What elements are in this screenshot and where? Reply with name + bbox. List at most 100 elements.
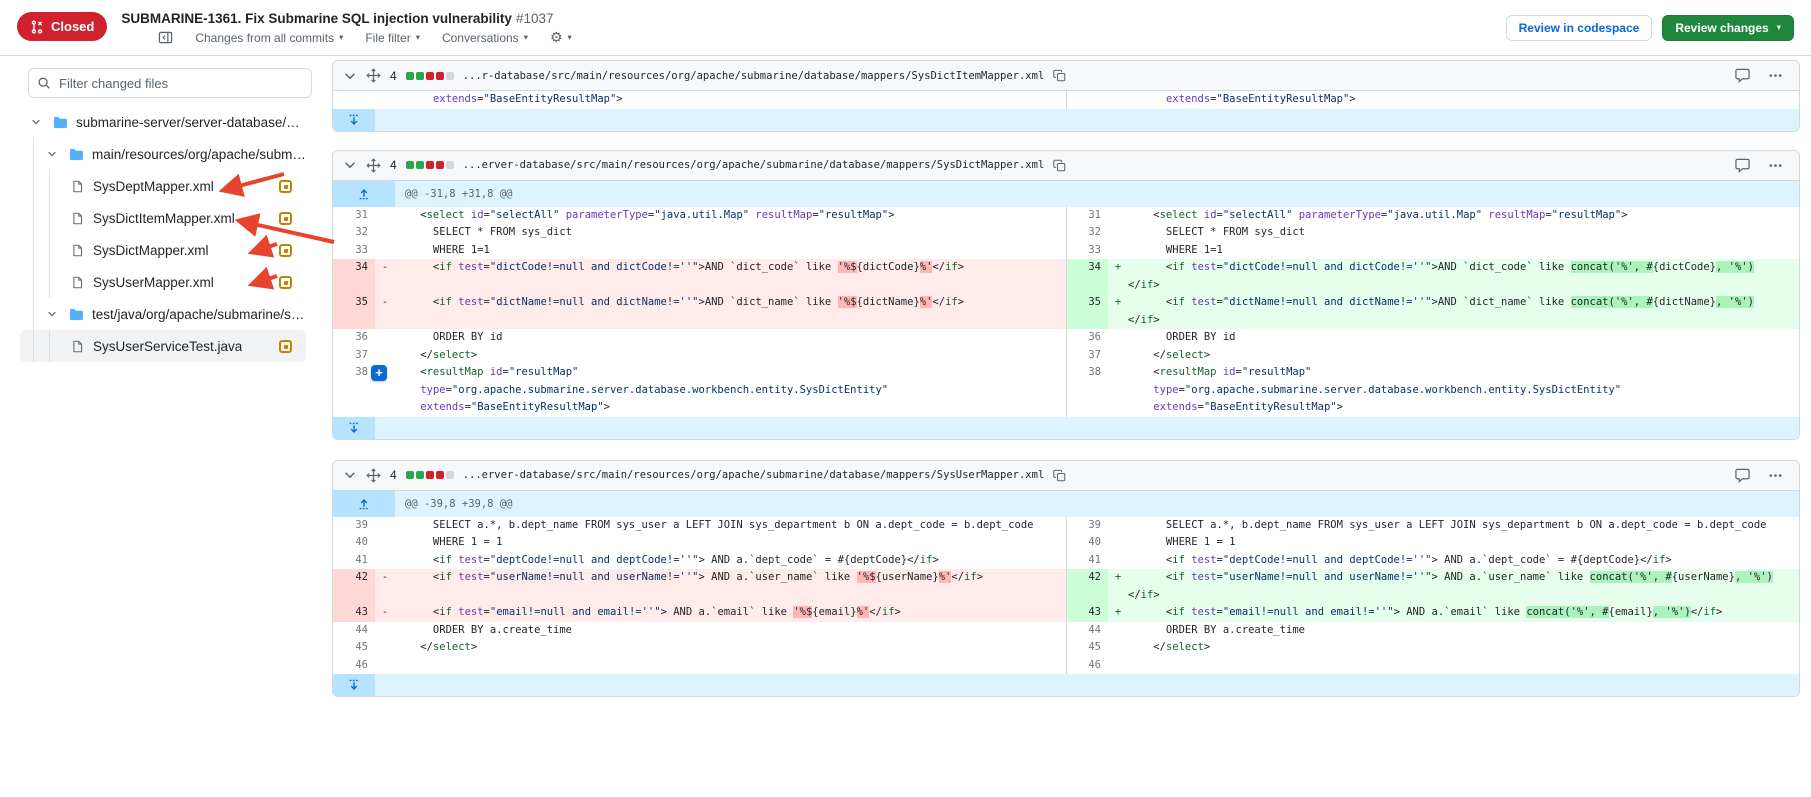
line-number[interactable]: 40: [1066, 534, 1108, 552]
diff-marker: [1108, 224, 1128, 242]
kebab-menu-icon[interactable]: [1768, 158, 1783, 173]
line-number[interactable]: 36: [333, 329, 375, 347]
collapse-file-chevron-icon[interactable]: [343, 468, 357, 482]
review-in-codespace-button[interactable]: Review in codespace: [1506, 15, 1653, 41]
diff-toolbar: Changes from all commits▾File filter▾Con…: [158, 30, 571, 45]
line-number[interactable]: 41: [1066, 552, 1108, 570]
tree-file-SysDictMapper.xml[interactable]: SysDictMapper.xml: [20, 234, 306, 266]
tree-folder-main-resources-org-apache-subm-[interactable]: main/resources/org/apache/subm…: [20, 138, 306, 170]
line-number[interactable]: 36: [1066, 329, 1108, 347]
toolbar-menu-file-filter[interactable]: File filter▾: [365, 31, 420, 45]
tree-item-label: test/java/org/apache/submarine/s…: [92, 307, 304, 322]
tree-folder-test-java-org-apache-submarine-s-[interactable]: test/java/org/apache/submarine/s…: [20, 298, 306, 330]
tree-file-SysDictItemMapper.xml[interactable]: SysDictItemMapper.xml: [20, 202, 306, 234]
comment-icon[interactable]: [1735, 68, 1750, 83]
line-number[interactable]: 34: [333, 259, 375, 294]
diff-marker: [1108, 329, 1128, 347]
line-number[interactable]: 40: [333, 534, 375, 552]
line-number[interactable]: 37: [1066, 347, 1108, 365]
line-number[interactable]: 45: [1066, 639, 1108, 657]
sidebar-toggle-icon[interactable]: [158, 30, 173, 45]
review-changes-button[interactable]: Review changes▾: [1662, 15, 1794, 41]
code-line: extends="BaseEntityResultMap">: [1128, 91, 1799, 109]
caret-down-icon: ▾: [524, 33, 528, 43]
line-number[interactable]: 33: [1066, 242, 1108, 260]
chevron-down-icon[interactable]: [44, 148, 60, 160]
expand-up-button[interactable]: [333, 491, 395, 517]
collapse-file-chevron-icon[interactable]: [343, 158, 357, 172]
drag-handle-icon[interactable]: [366, 158, 381, 173]
tree-file-SysDeptMapper.xml[interactable]: SysDeptMapper.xml: [20, 170, 306, 202]
code-line: SELECT a.*, b.dept_name FROM sys_user a …: [395, 517, 1066, 535]
line-number[interactable]: 39: [333, 517, 375, 535]
drag-handle-icon[interactable]: [366, 68, 381, 83]
file-modified-icon: [279, 244, 292, 257]
line-number[interactable]: 41: [333, 552, 375, 570]
chevron-down-icon[interactable]: [44, 308, 60, 320]
add-comment-plus-button[interactable]: +: [371, 365, 387, 381]
line-number[interactable]: 35: [1066, 294, 1108, 329]
code-line: <if test="dictCode!=null and dictCode!='…: [1128, 259, 1799, 294]
line-number[interactable]: 32: [1066, 224, 1108, 242]
collapse-file-chevron-icon[interactable]: [343, 69, 357, 83]
line-number[interactable]: 31: [333, 207, 375, 225]
line-number[interactable]: 46: [333, 657, 375, 675]
line-number[interactable]: 42: [1066, 569, 1108, 604]
toolbar-menu-changes-from-all-commits[interactable]: Changes from all commits▾: [195, 31, 343, 45]
file-modified-icon: [279, 212, 292, 225]
line-number[interactable]: 39: [1066, 517, 1108, 535]
line-number[interactable]: 46: [1066, 657, 1108, 675]
tree-folder-submarine-server-server-database-[interactable]: submarine-server/server-database/…: [20, 106, 306, 138]
drag-handle-icon[interactable]: [366, 468, 381, 483]
line-number[interactable]: [1066, 91, 1108, 109]
folder-icon: [67, 148, 85, 161]
toolbar-menu-conversations[interactable]: Conversations ▾: [442, 31, 528, 45]
tree-file-SysUserMapper.xml[interactable]: SysUserMapper.xml: [20, 266, 306, 298]
line-number[interactable]: 42: [333, 569, 375, 604]
line-number[interactable]: 45: [333, 639, 375, 657]
expand-down-button[interactable]: [333, 109, 375, 131]
line-number[interactable]: 44: [1066, 622, 1108, 640]
diff-marker: -: [375, 604, 395, 622]
line-number[interactable]: 38: [1066, 364, 1108, 417]
changes-count: 4: [390, 158, 397, 172]
caret-down-icon: ▾: [1777, 23, 1781, 33]
diff-marker: +: [1108, 604, 1128, 622]
line-number[interactable]: 32: [333, 224, 375, 242]
expand-down-button[interactable]: [333, 674, 375, 696]
file-icon: [68, 179, 86, 194]
diff-row: 36 ORDER BY id36 ORDER BY id: [333, 329, 1799, 347]
diff-row: 37 </select>37 </select>: [333, 347, 1799, 365]
kebab-menu-icon[interactable]: [1768, 468, 1783, 483]
line-number[interactable]: [333, 91, 375, 109]
file-tree-sidebar: submarine-server/server-database/…main/r…: [0, 56, 318, 362]
line-number[interactable]: 43: [333, 604, 375, 622]
tree-item-label: SysDictItemMapper.xml: [93, 211, 235, 226]
expand-up-button[interactable]: [333, 181, 395, 207]
line-number[interactable]: 43: [1066, 604, 1108, 622]
tree-file-SysUserServiceTest.java[interactable]: SysUserServiceTest.java: [20, 330, 306, 362]
copy-path-icon[interactable]: [1053, 469, 1066, 482]
line-number[interactable]: 34: [1066, 259, 1108, 294]
line-number[interactable]: 33: [333, 242, 375, 260]
line-number[interactable]: 38: [333, 364, 375, 417]
toolbar-menu-label: Changes from all commits: [195, 31, 334, 45]
diff-row: 34- <if test="dictCode!=null and dictCod…: [333, 259, 1799, 294]
copy-path-icon[interactable]: [1053, 69, 1066, 82]
code-line: <resultMap id="resultMap" type="org.apac…: [395, 364, 1066, 417]
line-number[interactable]: 35: [333, 294, 375, 329]
diff-settings-gear[interactable]: ⚙▾: [550, 31, 572, 45]
kebab-menu-icon[interactable]: [1768, 68, 1783, 83]
line-number[interactable]: 44: [333, 622, 375, 640]
toolbar-menu-label: Conversations: [442, 31, 519, 45]
line-number[interactable]: 31: [1066, 207, 1108, 225]
expand-down-button[interactable]: [333, 417, 375, 439]
comment-icon[interactable]: [1735, 158, 1750, 173]
diff-row: 44 ORDER BY a.create_time44 ORDER BY a.c…: [333, 622, 1799, 640]
line-number[interactable]: 37: [333, 347, 375, 365]
code-line: SELECT * FROM sys_dict: [1128, 224, 1799, 242]
filter-changed-files-input[interactable]: [28, 68, 312, 98]
copy-path-icon[interactable]: [1053, 159, 1066, 172]
comment-icon[interactable]: [1735, 468, 1750, 483]
chevron-down-icon[interactable]: [28, 116, 44, 128]
